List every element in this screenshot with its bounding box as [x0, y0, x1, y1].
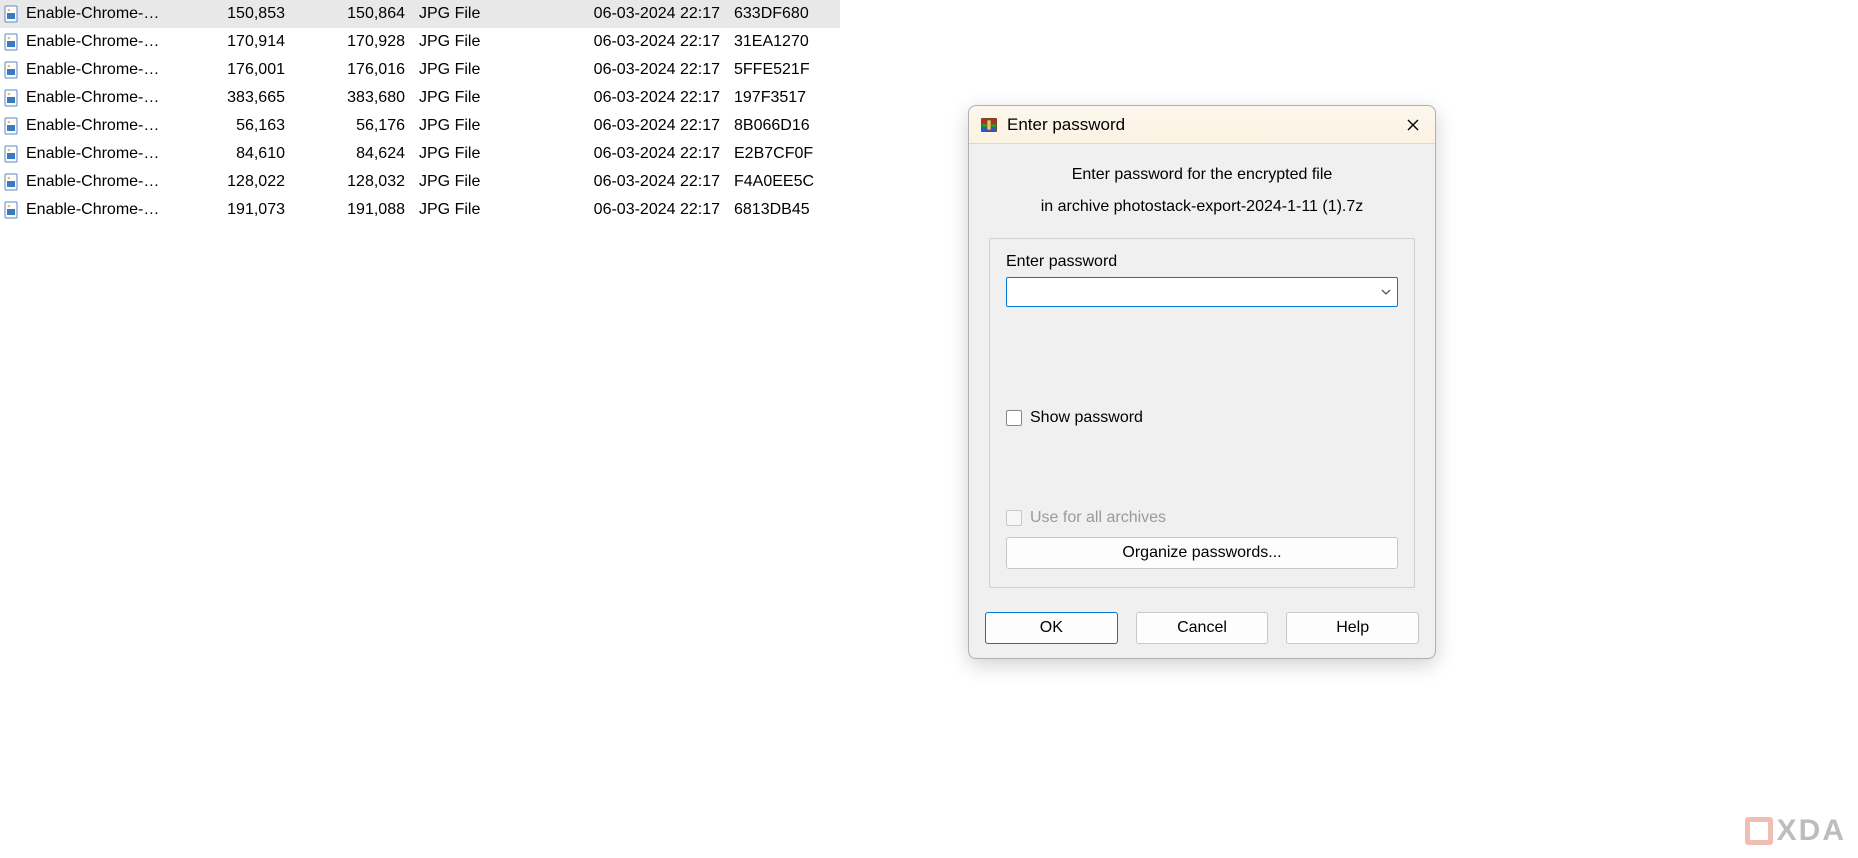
- password-label: Enter password: [1006, 253, 1398, 271]
- cell-crc: 5FFE521F: [728, 61, 828, 79]
- cell-date: 06-03-2024 22:17: [573, 201, 728, 219]
- watermark-text: XDA: [1777, 814, 1846, 848]
- table-row[interactable]: Enable-Chrome-…84,61084,624JPG File06-03…: [0, 140, 840, 168]
- cell-packed: 383,680: [293, 89, 413, 107]
- password-fieldset: Enter password Show password Use for all…: [989, 238, 1415, 588]
- cell-date: 06-03-2024 22:17: [573, 5, 728, 23]
- show-password-label: Show password: [1030, 409, 1143, 427]
- cell-date: 06-03-2024 22:17: [573, 89, 728, 107]
- use-for-all-checkbox: Use for all archives: [1006, 509, 1398, 527]
- cell-name: Enable-Chrome-…: [26, 33, 181, 51]
- cell-type: JPG File: [413, 145, 573, 163]
- chevron-down-icon: [1381, 289, 1391, 295]
- password-combobox[interactable]: [1006, 277, 1398, 307]
- cell-type: JPG File: [413, 61, 573, 79]
- table-row[interactable]: Enable-Chrome-…170,914170,928JPG File06-…: [0, 28, 840, 56]
- jpg-file-icon: [2, 117, 20, 135]
- cell-packed: 56,176: [293, 117, 413, 135]
- prompt-line-2: in archive photostack-export-2024-1-11 (…: [989, 198, 1415, 216]
- cell-name: Enable-Chrome-…: [26, 201, 181, 219]
- cell-type: JPG File: [413, 33, 573, 51]
- dialog-title: Enter password: [1007, 115, 1399, 135]
- jpg-file-icon: [2, 33, 20, 51]
- cell-size: 176,001: [181, 61, 293, 79]
- cell-crc: 8B066D16: [728, 117, 828, 135]
- cell-crc: 633DF680: [728, 5, 828, 23]
- cell-crc: 197F3517: [728, 89, 828, 107]
- jpg-file-icon: [2, 61, 20, 79]
- cell-type: JPG File: [413, 201, 573, 219]
- cell-name: Enable-Chrome-…: [26, 61, 181, 79]
- jpg-file-icon: [2, 201, 20, 219]
- dialog-body: Enter password for the encrypted file in…: [969, 144, 1435, 600]
- close-icon: [1407, 119, 1419, 131]
- archive-file-list[interactable]: Enable-Chrome-…150,853150,864JPG File06-…: [0, 0, 840, 224]
- help-button[interactable]: Help: [1286, 612, 1419, 644]
- watermark-square-icon: [1745, 817, 1773, 845]
- use-for-all-label: Use for all archives: [1030, 509, 1166, 527]
- show-password-checkbox[interactable]: Show password: [1006, 409, 1398, 427]
- cell-crc: 31EA1270: [728, 33, 828, 51]
- cell-date: 06-03-2024 22:17: [573, 117, 728, 135]
- table-row[interactable]: Enable-Chrome-…56,16356,176JPG File06-03…: [0, 112, 840, 140]
- table-row[interactable]: Enable-Chrome-…383,665383,680JPG File06-…: [0, 84, 840, 112]
- organize-passwords-button[interactable]: Organize passwords...: [1006, 537, 1398, 569]
- table-row[interactable]: Enable-Chrome-…128,022128,032JPG File06-…: [0, 168, 840, 196]
- cell-packed: 84,624: [293, 145, 413, 163]
- cell-size: 191,073: [181, 201, 293, 219]
- checkbox-box: [1006, 510, 1022, 526]
- cell-packed: 128,032: [293, 173, 413, 191]
- cell-size: 383,665: [181, 89, 293, 107]
- password-input[interactable]: [1007, 278, 1375, 306]
- cell-date: 06-03-2024 22:17: [573, 173, 728, 191]
- jpg-file-icon: [2, 89, 20, 107]
- cell-packed: 150,864: [293, 5, 413, 23]
- cell-size: 150,853: [181, 5, 293, 23]
- jpg-file-icon: [2, 173, 20, 191]
- password-dropdown-button[interactable]: [1375, 289, 1397, 295]
- cell-type: JPG File: [413, 117, 573, 135]
- dialog-button-row: OK Cancel Help: [969, 600, 1435, 658]
- jpg-file-icon: [2, 145, 20, 163]
- table-row[interactable]: Enable-Chrome-…191,073191,088JPG File06-…: [0, 196, 840, 224]
- cell-type: JPG File: [413, 89, 573, 107]
- checkbox-box: [1006, 410, 1022, 426]
- cell-date: 06-03-2024 22:17: [573, 61, 728, 79]
- cell-size: 128,022: [181, 173, 293, 191]
- winrar-icon: [979, 115, 999, 135]
- table-row[interactable]: Enable-Chrome-…176,001176,016JPG File06-…: [0, 56, 840, 84]
- ok-button[interactable]: OK: [985, 612, 1118, 644]
- cell-name: Enable-Chrome-…: [26, 89, 181, 107]
- xda-watermark: XDA: [1745, 814, 1846, 848]
- cell-type: JPG File: [413, 173, 573, 191]
- enter-password-dialog: Enter password Enter password for the en…: [968, 105, 1436, 659]
- cell-crc: F4A0EE5C: [728, 173, 828, 191]
- cell-date: 06-03-2024 22:17: [573, 33, 728, 51]
- cell-packed: 170,928: [293, 33, 413, 51]
- cell-name: Enable-Chrome-…: [26, 117, 181, 135]
- cell-crc: E2B7CF0F: [728, 145, 828, 163]
- dialog-titlebar[interactable]: Enter password: [969, 106, 1435, 144]
- cell-packed: 176,016: [293, 61, 413, 79]
- table-row[interactable]: Enable-Chrome-…150,853150,864JPG File06-…: [0, 0, 840, 28]
- cell-type: JPG File: [413, 5, 573, 23]
- cell-name: Enable-Chrome-…: [26, 173, 181, 191]
- cell-size: 84,610: [181, 145, 293, 163]
- jpg-file-icon: [2, 5, 20, 23]
- prompt-line-1: Enter password for the encrypted file: [989, 166, 1415, 184]
- cell-size: 170,914: [181, 33, 293, 51]
- cancel-button[interactable]: Cancel: [1136, 612, 1269, 644]
- cell-name: Enable-Chrome-…: [26, 145, 181, 163]
- cell-crc: 6813DB45: [728, 201, 828, 219]
- close-button[interactable]: [1399, 111, 1427, 139]
- cell-packed: 191,088: [293, 201, 413, 219]
- cell-name: Enable-Chrome-…: [26, 5, 181, 23]
- cell-size: 56,163: [181, 117, 293, 135]
- cell-date: 06-03-2024 22:17: [573, 145, 728, 163]
